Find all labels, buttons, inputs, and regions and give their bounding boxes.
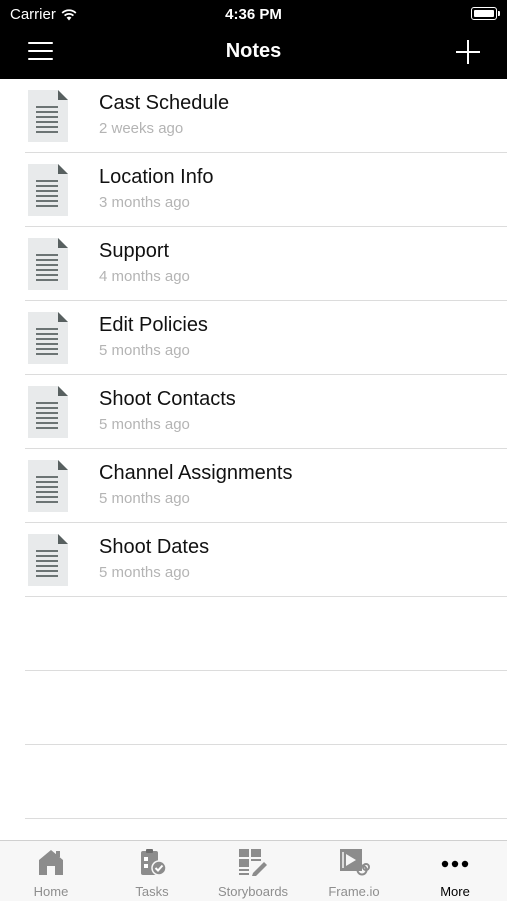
document-icon — [28, 460, 68, 512]
list-item[interactable]: Shoot Dates 5 months ago — [25, 523, 507, 597]
tab-label: Home — [33, 884, 69, 899]
list-item[interactable]: Support 4 months ago — [25, 227, 507, 301]
storyboards-icon — [239, 849, 267, 876]
more-dots-icon — [441, 860, 469, 868]
list-item[interactable]: Location Info 3 months ago — [25, 153, 507, 227]
document-icon — [28, 90, 68, 142]
empty-row-divider — [25, 671, 507, 745]
note-title: Channel Assignments — [99, 462, 293, 484]
tab-label: Tasks — [135, 884, 169, 899]
list-item[interactable]: Edit Policies 5 months ago — [25, 301, 507, 375]
tab-label: Storyboards — [217, 884, 289, 899]
document-icon — [28, 238, 68, 290]
navigation-bar: Carrier 4:36 PM Notes — [0, 0, 507, 79]
note-title: Shoot Dates — [99, 536, 210, 558]
empty-row-divider — [25, 745, 507, 819]
frameio-icon — [340, 849, 370, 876]
tab-storyboards[interactable]: Storyboards — [203, 841, 303, 901]
tab-label: More — [440, 884, 470, 899]
note-title: Shoot Contacts — [99, 388, 236, 410]
tab-more[interactable]: More — [405, 841, 505, 901]
document-icon — [28, 312, 68, 364]
note-timestamp: 5 months ago — [99, 490, 190, 507]
document-icon — [28, 534, 68, 586]
note-timestamp: 2 weeks ago — [99, 120, 184, 137]
note-title: Location Info — [99, 166, 214, 188]
tab-home[interactable]: Home — [1, 841, 101, 901]
note-timestamp: 3 months ago — [99, 194, 190, 211]
status-time: 4:36 PM — [225, 6, 282, 23]
note-timestamp: 4 months ago — [99, 268, 190, 285]
tab-frameio[interactable]: Frame.io — [304, 841, 404, 901]
note-title: Cast Schedule — [99, 92, 230, 114]
tab-tasks[interactable]: Tasks — [102, 841, 202, 901]
document-icon — [28, 164, 68, 216]
note-title: Support — [99, 240, 170, 262]
battery-icon — [471, 7, 500, 20]
note-timestamp: 5 months ago — [99, 416, 190, 433]
tasks-icon — [141, 849, 167, 876]
document-icon — [28, 386, 68, 438]
add-note-button[interactable] — [456, 40, 480, 64]
note-title: Edit Policies — [99, 314, 208, 336]
list-item[interactable]: Shoot Contacts 5 months ago — [25, 375, 507, 449]
empty-row-divider — [25, 597, 507, 671]
note-timestamp: 5 months ago — [99, 342, 190, 359]
status-bar: Carrier 4:36 PM — [0, 0, 507, 28]
page-title: Notes — [225, 40, 282, 62]
tab-bar: Home Tasks Storyboards Frame.io More — [0, 840, 507, 901]
note-timestamp: 5 months ago — [99, 564, 190, 581]
list-item[interactable]: Channel Assignments 5 months ago — [25, 449, 507, 523]
tab-label: Frame.io — [328, 884, 380, 899]
notes-list: Cast Schedule 2 weeks ago Location Info … — [25, 79, 507, 819]
list-item[interactable]: Cast Schedule 2 weeks ago — [25, 79, 507, 153]
home-icon — [39, 850, 63, 875]
